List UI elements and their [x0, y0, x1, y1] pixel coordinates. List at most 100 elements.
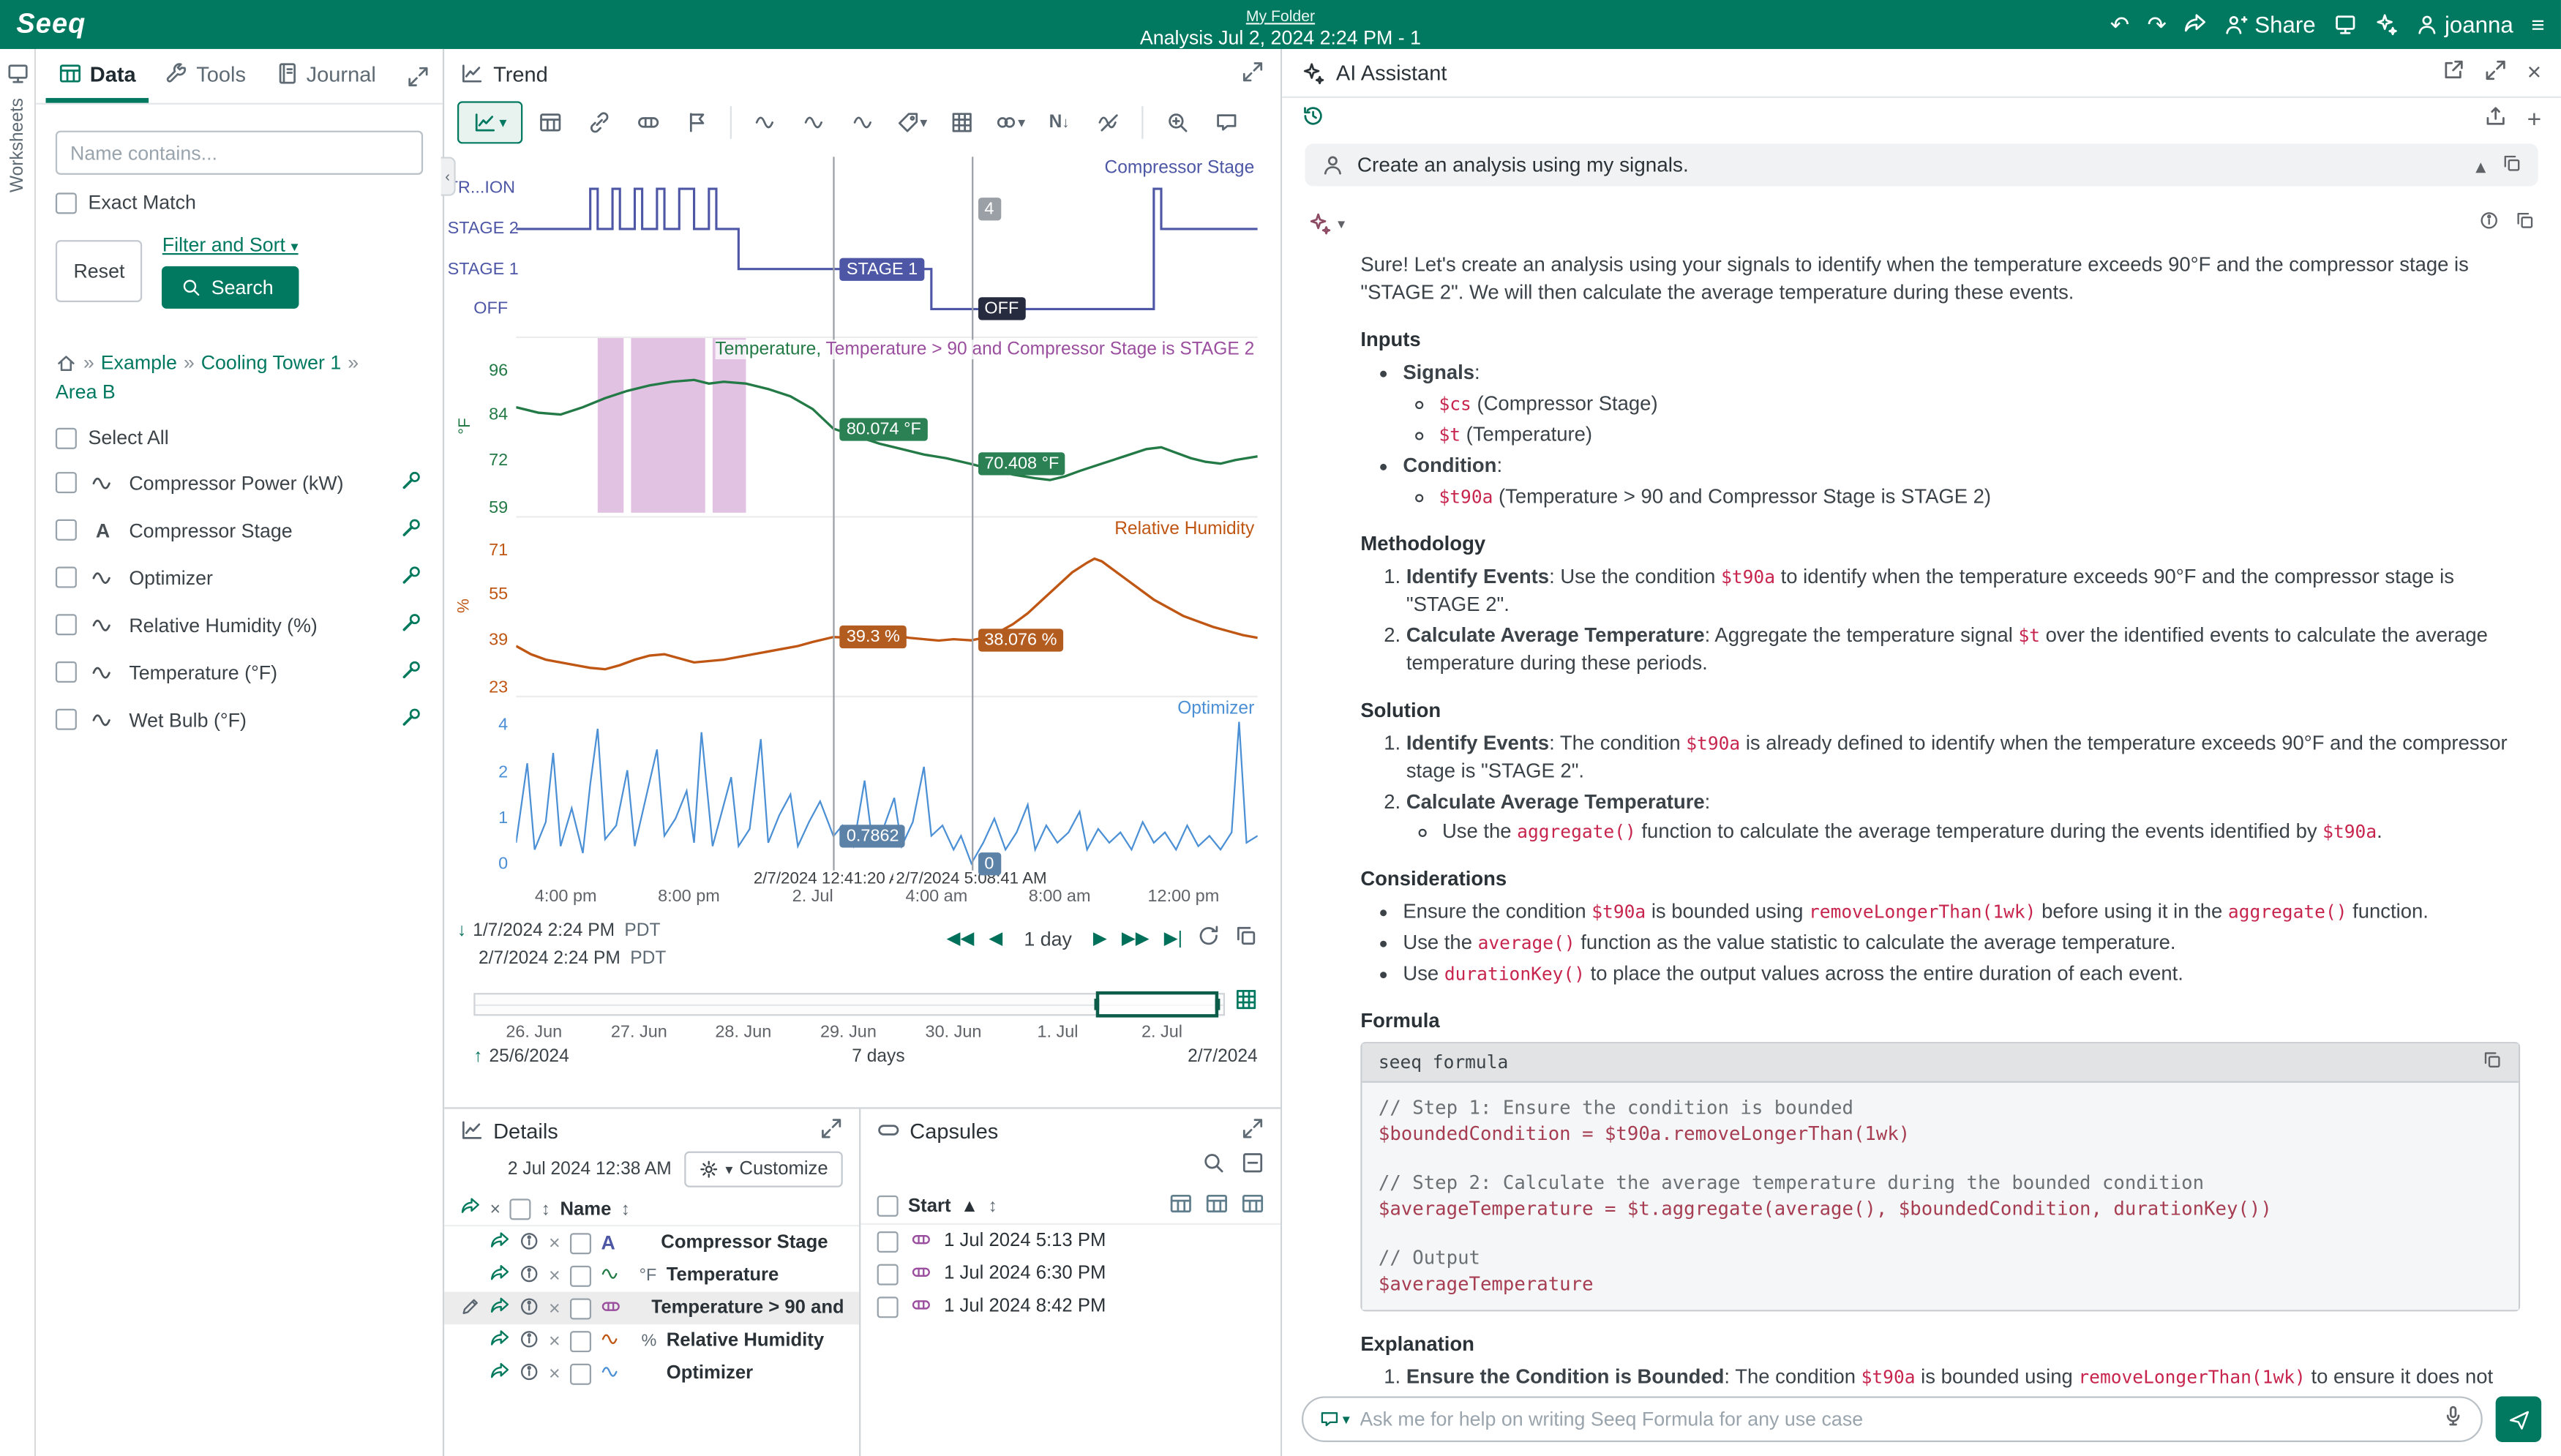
labels-button[interactable]: ▾: [890, 101, 934, 143]
mic-icon[interactable]: [2442, 1403, 2464, 1434]
tab-journal[interactable]: Journal: [262, 49, 389, 103]
remove-icon[interactable]: ×: [549, 1231, 560, 1254]
timeline-selection[interactable]: [1096, 991, 1218, 1017]
annotation-flag-button[interactable]: [675, 101, 719, 143]
step-to-now-button[interactable]: ▶|: [1164, 928, 1182, 949]
remove-icon[interactable]: ×: [549, 1329, 560, 1352]
column-config-icon[interactable]: [1169, 1192, 1192, 1220]
timeline-capsule-icon[interactable]: [1234, 988, 1257, 1018]
lane-per-signal-button[interactable]: [792, 101, 836, 143]
send-button[interactable]: [2496, 1396, 2541, 1441]
copy-message-icon[interactable]: [2502, 153, 2522, 177]
data-table-button[interactable]: [528, 101, 571, 143]
sort-icon[interactable]: ↕: [989, 1196, 997, 1216]
chat-history-icon[interactable]: [1302, 104, 1324, 135]
pin-icon[interactable]: [400, 658, 423, 686]
details-row[interactable]: × A Compressor Stage: [444, 1226, 859, 1259]
row-checkbox[interactable]: [570, 1363, 591, 1384]
breadcrumb-example[interactable]: Example: [101, 351, 177, 374]
info-icon[interactable]: [520, 1296, 539, 1320]
remove-icon[interactable]: ×: [549, 1296, 560, 1319]
autoscale-button[interactable]: [841, 101, 885, 143]
duration-label[interactable]: 1 day: [1024, 927, 1072, 950]
pin-icon[interactable]: [400, 516, 423, 544]
presentation-mode-icon[interactable]: [2333, 13, 2356, 36]
row-checkbox[interactable]: [877, 1264, 899, 1285]
signal-list-item[interactable]: Optimizer: [36, 554, 443, 601]
step-forward-button[interactable]: ▶: [1093, 928, 1107, 949]
investigate-span[interactable]: 7 days: [569, 1047, 1188, 1067]
row-checkbox[interactable]: [570, 1232, 591, 1253]
row-checkbox[interactable]: [877, 1296, 899, 1317]
edit-pencil-icon[interactable]: [460, 1296, 480, 1320]
send-to-journal-icon[interactable]: [490, 1296, 510, 1320]
trend-plot-area[interactable]: Compressor StageTR...IONSTAGE 2STAGE 1OF…: [516, 157, 1257, 872]
remove-icon[interactable]: ×: [549, 1362, 560, 1385]
customize-button[interactable]: ▾Customize: [685, 1152, 843, 1187]
details-row[interactable]: × % Relative Humidity: [444, 1324, 859, 1357]
signal-checkbox[interactable]: [56, 472, 77, 493]
signal-checkbox[interactable]: [56, 661, 77, 683]
response-info-icon[interactable]: [2479, 209, 2499, 239]
capsules-select-all-checkbox[interactable]: [877, 1196, 899, 1217]
capsules-search-icon[interactable]: [1202, 1152, 1225, 1182]
send-to-journal-icon[interactable]: [490, 1329, 510, 1353]
ai-prompt-input[interactable]: [1360, 1408, 2431, 1430]
info-icon[interactable]: [520, 1361, 539, 1385]
ai-input-pill[interactable]: ▾: [1302, 1396, 2483, 1441]
trend-chart[interactable]: Compressor StageTR...IONSTAGE 2STAGE 1OF…: [444, 150, 1280, 872]
select-all-checkbox[interactable]: [56, 427, 77, 449]
link-button[interactable]: [577, 101, 620, 143]
close-ai-icon[interactable]: ×: [2527, 59, 2542, 86]
capsule-row[interactable]: 1 Jul 2024 6:30 PM: [860, 1258, 1280, 1291]
export-chat-icon[interactable]: [2485, 105, 2508, 134]
copy-response-icon[interactable]: [2515, 209, 2535, 239]
pin-icon[interactable]: [400, 469, 423, 497]
signal-list-item[interactable]: Temperature (°F): [36, 648, 443, 696]
signal-checkbox[interactable]: [56, 614, 77, 635]
signal-checkbox[interactable]: [56, 709, 77, 730]
assistant-menu-caret[interactable]: ▾: [1338, 217, 1345, 231]
capsules-collapse-icon[interactable]: [1241, 1152, 1264, 1182]
details-row[interactable]: × Temperature > 90 and Compressor Stage …: [444, 1292, 859, 1325]
range-start[interactable]: ↓1/7/2024 2:24 PMPDT: [457, 917, 666, 945]
home-icon[interactable]: [56, 352, 77, 373]
remove-all-icon[interactable]: ×: [490, 1199, 500, 1219]
reset-button[interactable]: Reset: [56, 240, 143, 302]
trend-lane[interactable]: Optimizer42100.78620: [516, 696, 1257, 872]
search-button[interactable]: Search: [162, 266, 299, 309]
trend-lane[interactable]: Compressor StageTR...IONSTAGE 2STAGE 1OF…: [516, 157, 1257, 333]
signal-list-item[interactable]: A Compressor Stage: [36, 506, 443, 554]
jump-end-button[interactable]: ▶▶: [1122, 928, 1150, 949]
user-menu[interactable]: joanna: [2415, 12, 2513, 38]
expand-details-icon[interactable]: [820, 1117, 843, 1144]
open-in-new-icon[interactable]: [2442, 59, 2465, 86]
chart-type-button[interactable]: ▾: [457, 101, 522, 143]
share-button[interactable]: Share: [2225, 12, 2316, 38]
row-checkbox[interactable]: [570, 1265, 591, 1286]
send-to-journal-icon[interactable]: [490, 1361, 510, 1385]
info-icon[interactable]: [520, 1329, 539, 1353]
redo-icon[interactable]: ↷: [2148, 11, 2167, 39]
info-icon[interactable]: [520, 1264, 539, 1288]
breadcrumb-area-b[interactable]: Area B: [56, 380, 116, 403]
forward-icon[interactable]: [2184, 13, 2207, 36]
column-stats-icon[interactable]: [1205, 1192, 1228, 1220]
expand-trend-icon[interactable]: [1241, 59, 1264, 87]
send-all-icon[interactable]: [460, 1197, 480, 1221]
remove-icon[interactable]: ×: [549, 1264, 560, 1287]
comment-button[interactable]: [1204, 101, 1248, 143]
details-row[interactable]: × °F Temperature: [444, 1259, 859, 1292]
number-format-button[interactable]: N↓: [1037, 101, 1081, 143]
send-to-journal-icon[interactable]: [490, 1231, 510, 1255]
row-checkbox[interactable]: [570, 1297, 591, 1318]
details-select-all-checkbox[interactable]: [510, 1198, 531, 1220]
gridlines-button[interactable]: [939, 101, 983, 143]
details-row[interactable]: × Optimizer: [444, 1357, 859, 1390]
timeline-track[interactable]: [473, 992, 1225, 1015]
sort-icon[interactable]: ↕: [541, 1199, 550, 1219]
filter-and-sort-link[interactable]: Filter and Sort ▾: [162, 233, 299, 256]
one-lane-button[interactable]: [743, 101, 787, 143]
expand-data-panel-icon[interactable]: [394, 49, 443, 103]
hide-samples-button[interactable]: [1086, 101, 1130, 143]
